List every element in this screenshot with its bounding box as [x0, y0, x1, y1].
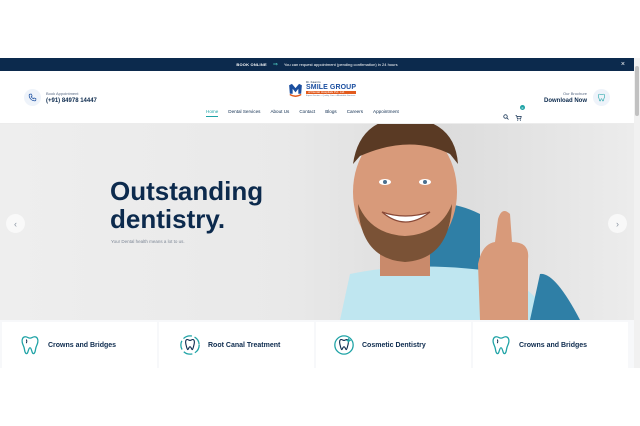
- service-card-crowns-bridges[interactable]: Crowns and Bridges: [2, 322, 157, 368]
- nav-blogs[interactable]: Blogs: [325, 109, 337, 117]
- chevron-left-icon: ‹: [14, 218, 17, 229]
- service-label: Root Canal Treatment: [208, 341, 281, 349]
- appointment-label: Book Appointment: [46, 91, 79, 96]
- nav-contact[interactable]: Contact: [299, 109, 315, 117]
- nav-dental-services[interactable]: Dental Services: [228, 109, 260, 117]
- chevron-right-icon: ›: [616, 218, 619, 229]
- slider-next-button[interactable]: ›: [608, 214, 627, 233]
- service-card-root-canal[interactable]: Root Canal Treatment: [159, 322, 314, 368]
- service-label: Crowns and Bridges: [519, 341, 588, 349]
- smile-logo-icon: [289, 83, 302, 97]
- service-label: Crowns and Bridges: [48, 341, 117, 349]
- cart-icon: [515, 115, 522, 121]
- service-card-cosmetic-dentistry[interactable]: Cosmetic Dentistry: [316, 322, 471, 368]
- search-icon[interactable]: [503, 114, 509, 120]
- cosmetic-tooth-icon: [334, 335, 354, 355]
- service-label: Cosmetic Dentistry: [362, 341, 426, 349]
- appointment-phone[interactable]: (+91) 84978 14447: [46, 98, 97, 104]
- service-card-crowns-bridges-2[interactable]: Crowns and Bridges: [473, 322, 628, 368]
- browser-page: BOOK ONLINE ⇒ You can request appointmen…: [0, 58, 634, 368]
- close-icon[interactable]: ×: [621, 60, 625, 69]
- scrollbar-thumb[interactable]: [635, 66, 639, 116]
- hero-tagline: Your Dental health means a lot to us.: [111, 239, 185, 244]
- nav-about-us[interactable]: About Us: [270, 109, 289, 117]
- hero-headline-line2: dentistry.: [110, 204, 226, 234]
- site-header: Book Appointment (+91) 84978 14447 Dr. K…: [0, 71, 634, 124]
- logo-subtitle: of Dental Hospitals Pvt. Ltd.: [306, 90, 357, 94]
- phone-icon: [24, 89, 41, 106]
- cart-count: 0: [520, 105, 525, 110]
- hero-headline: Outstanding dentistry.: [110, 177, 280, 233]
- tooth-icon: [593, 89, 610, 106]
- nav-home[interactable]: Home: [206, 109, 219, 117]
- brochure-label: Our Brochure: [562, 91, 587, 96]
- brochure-download[interactable]: Our Brochure Download Now: [544, 89, 610, 106]
- logo-tagline: Expert Doctors • Quality Care • Affordab…: [306, 94, 356, 97]
- hero-slider: Outstanding dentistry. Your Dental healt…: [0, 124, 634, 320]
- announcement-bar: BOOK ONLINE ⇒ You can request appointmen…: [0, 58, 634, 71]
- slider-prev-button[interactable]: ‹: [6, 214, 25, 233]
- hero-headline-line1: Outstanding: [110, 176, 264, 206]
- nav-careers[interactable]: Careers: [347, 109, 363, 117]
- announcement-text: You can request appointment (pending con…: [283, 62, 398, 67]
- nav-appointment[interactable]: Appointment: [373, 109, 399, 117]
- root-canal-icon: [180, 335, 200, 355]
- smiling-patient-image: [340, 124, 580, 320]
- tooth-icon: [492, 336, 510, 355]
- main-nav: Home Dental Services About Us Contact Bl…: [206, 109, 399, 117]
- page-scrollbar[interactable]: [634, 58, 640, 368]
- arrow-icon: ⇒: [272, 61, 278, 68]
- services-strip: Crowns and Bridges Root Canal Treatment …: [0, 320, 634, 368]
- book-online-label[interactable]: BOOK ONLINE: [236, 62, 266, 67]
- site-logo[interactable]: Dr. Kaam's SMILE GROUP of Dental Hospita…: [287, 77, 357, 101]
- download-now-link[interactable]: Download Now: [544, 98, 587, 104]
- tooth-icon: [21, 336, 39, 355]
- book-appointment[interactable]: Book Appointment (+91) 84978 14447: [24, 89, 97, 106]
